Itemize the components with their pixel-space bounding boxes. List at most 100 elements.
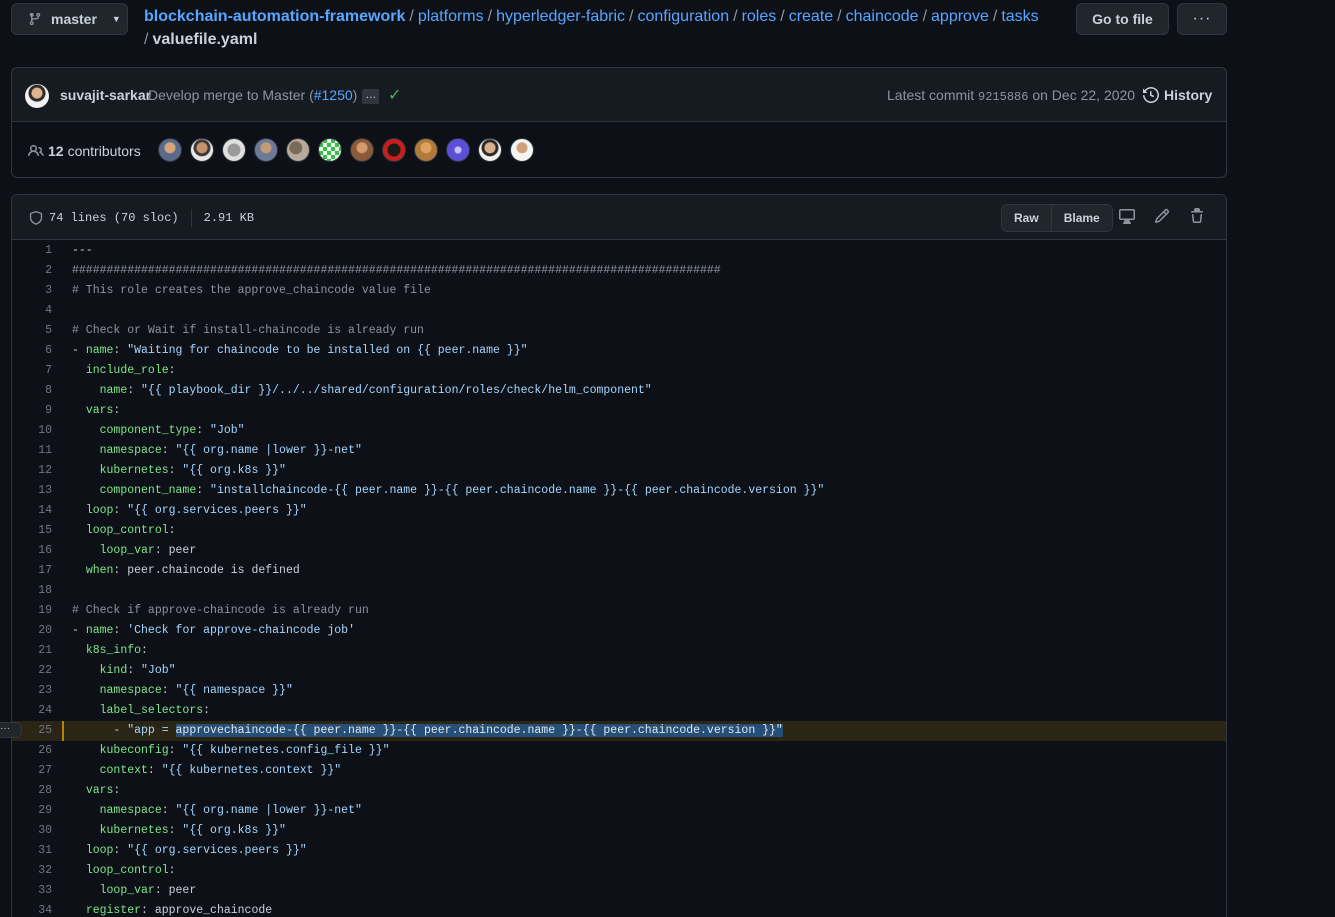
line-number[interactable]: 28 — [12, 781, 52, 801]
line-number[interactable]: 9 — [12, 401, 52, 421]
line-number[interactable]: 5 — [12, 321, 52, 341]
go-to-file-button[interactable]: Go to file — [1076, 3, 1169, 35]
pull-request-link[interactable]: #1250 — [314, 87, 353, 103]
line-number[interactable]: 31 — [12, 841, 52, 861]
breadcrumb-link[interactable]: approve — [931, 8, 989, 25]
contributor-avatar[interactable] — [158, 138, 182, 162]
code-line[interactable]: 32 loop_control: — [12, 861, 1226, 881]
contributor-avatar[interactable] — [318, 138, 342, 162]
contributors-link[interactable]: 12 contributors — [28, 143, 141, 159]
line-number[interactable]: 32 — [12, 861, 52, 881]
code-line[interactable]: 31 loop: "{{ org.services.peers }}" — [12, 841, 1226, 861]
line-number[interactable]: 33 — [12, 881, 52, 901]
blame-button[interactable]: Blame — [1050, 205, 1112, 231]
breadcrumb-link[interactable]: configuration — [637, 8, 729, 25]
commit-author[interactable]: suvajit-sarkar — [60, 87, 151, 103]
code-line[interactable]: 23 namespace: "{{ namespace }}" — [12, 681, 1226, 701]
code-line[interactable]: 1 --- — [12, 241, 1226, 261]
line-number[interactable]: 3 — [12, 281, 52, 301]
line-number[interactable]: 7 — [12, 361, 52, 381]
breadcrumb-link[interactable]: roles — [742, 8, 777, 25]
code-line[interactable]: 6 - name: "Waiting for chaincode to be in… — [12, 341, 1226, 361]
code-line[interactable]: 15 loop_control: — [12, 521, 1226, 541]
contributor-avatar[interactable] — [414, 138, 438, 162]
code-view[interactable]: 1 --- 2 ###################################… — [12, 241, 1226, 917]
line-number[interactable]: 15 — [12, 521, 52, 541]
code-line[interactable]: 4 — [12, 301, 1226, 321]
code-line[interactable]: 8 name: "{{ playbook_dir }}/../../shared… — [12, 381, 1226, 401]
line-number[interactable]: 17 — [12, 561, 52, 581]
line-number[interactable]: 1 — [12, 241, 52, 261]
code-line[interactable]: 21 k8s_info: — [12, 641, 1226, 661]
code-line[interactable]: 26 kubeconfig: "{{ kubernetes.config_fil… — [12, 741, 1226, 761]
line-number[interactable]: 22 — [12, 661, 52, 681]
contributor-avatar[interactable] — [350, 138, 374, 162]
code-line[interactable]: 12 kubernetes: "{{ org.k8s }}" — [12, 461, 1226, 481]
contributor-avatar[interactable] — [286, 138, 310, 162]
code-line[interactable]: 22 kind: "Job" — [12, 661, 1226, 681]
line-number[interactable]: 27 — [12, 761, 52, 781]
code-line[interactable]: 5 # Check or Wait if install-chaincode is… — [12, 321, 1226, 341]
branch-select-button[interactable]: master ▼ — [11, 3, 128, 35]
line-number[interactable]: 12 — [12, 461, 52, 481]
line-number[interactable]: 4 — [12, 301, 52, 321]
code-line[interactable]: 20 - name: 'Check for approve-chaincode j… — [12, 621, 1226, 641]
code-line[interactable]: 16 loop_var: peer — [12, 541, 1226, 561]
line-number[interactable]: 24 — [12, 701, 52, 721]
line-number[interactable]: 13 — [12, 481, 52, 501]
trash-icon[interactable] — [1189, 208, 1205, 224]
pencil-icon[interactable] — [1154, 208, 1170, 224]
more-options-button[interactable]: ··· — [1177, 3, 1227, 35]
contributor-avatar[interactable] — [190, 138, 214, 162]
contributor-avatar[interactable] — [446, 138, 470, 162]
line-number[interactable]: 6 — [12, 341, 52, 361]
contributor-avatar[interactable] — [478, 138, 502, 162]
contributor-avatar[interactable] — [254, 138, 278, 162]
author-avatar[interactable] — [25, 84, 49, 108]
code-line[interactable]: 9 vars: — [12, 401, 1226, 421]
code-line[interactable]: 18 — [12, 581, 1226, 601]
line-number[interactable]: 16 — [12, 541, 52, 561]
code-line[interactable]: 33 loop_var: peer — [12, 881, 1226, 901]
desktop-icon[interactable] — [1118, 208, 1136, 224]
history-link[interactable]: History — [1143, 87, 1212, 103]
line-number[interactable]: 14 — [12, 501, 52, 521]
code-line[interactable]: 30 kubernetes: "{{ org.k8s }}" — [12, 821, 1226, 841]
code-line[interactable]: 13 component_name: "installchaincode-{{ … — [12, 481, 1226, 501]
line-number[interactable]: 23 — [12, 681, 52, 701]
line-number[interactable]: 19 — [12, 601, 52, 621]
code-line[interactable]: 25 - "app = approvechaincode-{{ peer.nam… — [12, 721, 1226, 741]
contributor-avatar[interactable] — [222, 138, 246, 162]
code-line[interactable]: 19 # Check if approve-chaincode is alread… — [12, 601, 1226, 621]
commit-sha[interactable]: 9215886 — [978, 90, 1028, 104]
code-line[interactable]: 10 component_type: "Job" — [12, 421, 1226, 441]
line-number[interactable]: 18 — [12, 581, 52, 601]
code-line[interactable]: 24 label_selectors: — [12, 701, 1226, 721]
expand-message-button[interactable]: … — [362, 88, 380, 104]
code-line[interactable]: 7 include_role: — [12, 361, 1226, 381]
line-number[interactable]: 29 — [12, 801, 52, 821]
code-line[interactable]: 28 vars: — [12, 781, 1226, 801]
code-line[interactable]: 34 register: approve_chaincode — [12, 901, 1226, 917]
line-number[interactable]: 10 — [12, 421, 52, 441]
code-line[interactable]: 27 context: "{{ kubernetes.context }}" — [12, 761, 1226, 781]
code-line[interactable]: 2 #######################################… — [12, 261, 1226, 281]
breadcrumb-link[interactable]: platforms — [418, 8, 484, 25]
contributor-avatar[interactable] — [510, 138, 534, 162]
breadcrumb-link[interactable]: hyperledger-fabric — [496, 8, 625, 25]
line-number[interactable]: 11 — [12, 441, 52, 461]
check-icon[interactable]: ✓ — [388, 85, 401, 105]
line-number[interactable]: 34 — [12, 901, 52, 917]
breadcrumb-repo-link[interactable]: blockchain-automation-framework — [144, 8, 405, 25]
raw-button[interactable]: Raw — [1002, 205, 1051, 231]
line-number[interactable]: 2 — [12, 261, 52, 281]
contributor-avatar[interactable] — [382, 138, 406, 162]
line-number[interactable]: 30 — [12, 821, 52, 841]
code-line[interactable]: 14 loop: "{{ org.services.peers }}" — [12, 501, 1226, 521]
breadcrumb-link[interactable]: create — [789, 8, 833, 25]
line-number[interactable]: 8 — [12, 381, 52, 401]
code-line[interactable]: 3 # This role creates the approve_chainco… — [12, 281, 1226, 301]
line-options-button[interactable]: ··· — [0, 722, 22, 738]
line-number[interactable]: 20 — [12, 621, 52, 641]
breadcrumb-link[interactable]: tasks — [1001, 8, 1038, 25]
